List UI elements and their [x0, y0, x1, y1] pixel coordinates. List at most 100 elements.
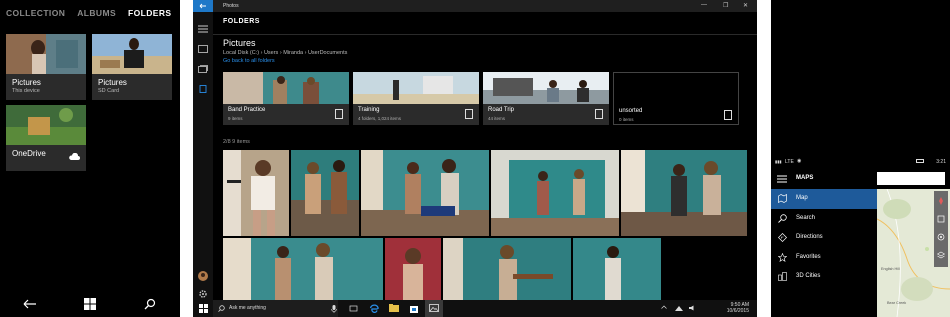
pivot-collection[interactable]: COLLECTION	[6, 8, 65, 18]
folder-meta: 9 items	[228, 116, 243, 121]
photo-thumbnail[interactable]	[573, 238, 661, 300]
back-arrow-icon	[199, 3, 206, 9]
photo-thumbnail[interactable]	[361, 150, 489, 236]
3d-cities-icon	[778, 272, 787, 282]
close-button[interactable]: ✕	[743, 2, 748, 9]
minimize-button[interactable]: —	[701, 2, 707, 8]
tile-title: Pictures	[12, 78, 41, 87]
edge-browser-icon[interactable]	[369, 303, 379, 313]
cortana-search-box[interactable]: Ask me anything	[213, 300, 338, 317]
settings-gear-icon[interactable]	[198, 286, 208, 298]
folder-tile-pictures-sd[interactable]: Pictures SD Card	[92, 34, 172, 100]
clock-date: 10/6/2015	[726, 308, 749, 314]
desktop-photos-window: Photos — ❐ ✕ FOLDERS Pictures Local Disk…	[193, 0, 757, 317]
compass-icon[interactable]	[937, 197, 945, 205]
maps-menu: Map Search Directions Favorites 3D Citie…	[771, 189, 877, 287]
phone-photos-app: COLLECTION ALBUMS FOLDERS Pictures This …	[0, 0, 180, 317]
pivot-folders[interactable]: FOLDERS	[128, 8, 171, 18]
folder-select-icon[interactable]	[595, 109, 603, 119]
folder-select-icon[interactable]	[724, 110, 732, 120]
folder-tile-pictures-device[interactable]: Pictures This device	[6, 34, 86, 100]
folder-name: Band Practice	[228, 107, 266, 113]
maps-search-box[interactable]	[877, 172, 945, 185]
map-icon	[778, 193, 787, 204]
pictures-sd-thumbnail	[92, 34, 172, 74]
back-button[interactable]	[193, 0, 213, 12]
maps-header: MAPS	[771, 168, 950, 188]
folder-tile-unsorted[interactable]: unsorted 0 items	[613, 72, 739, 125]
map-view[interactable]: English Hill Bear Creek	[877, 189, 950, 317]
avatar[interactable]	[198, 268, 208, 281]
item-count: 2/8 9 items	[223, 139, 250, 145]
photos-app-taskbar-button[interactable]	[425, 300, 443, 317]
photo-thumbnail[interactable]	[621, 150, 747, 236]
file-explorer-icon[interactable]	[389, 304, 399, 312]
menu-item-directions[interactable]: Directions	[771, 228, 877, 248]
folder-thumbnail	[223, 72, 349, 104]
window-title: Photos	[223, 3, 239, 9]
task-view-icon[interactable]	[349, 304, 358, 313]
folder-tile-road-trip[interactable]: Road Trip 44 items	[483, 72, 609, 125]
back-icon[interactable]	[20, 294, 40, 314]
system-clock[interactable]: 9:50 AM 10/6/2015	[727, 302, 749, 314]
map-layers-icon[interactable]	[937, 251, 945, 259]
menu-item-map[interactable]: Map	[771, 189, 877, 209]
network-icon[interactable]	[675, 305, 683, 311]
menu-item-search[interactable]: Search	[771, 209, 877, 229]
star-icon	[777, 252, 788, 262]
cloud-icon	[69, 153, 80, 160]
hamburger-icon[interactable]	[198, 20, 208, 33]
3d-view-icon[interactable]	[937, 215, 945, 223]
folder-thumbnail	[483, 72, 609, 104]
folder-tile-onedrive[interactable]: OneDrive	[6, 105, 86, 171]
folder-select-icon[interactable]	[335, 109, 343, 119]
tile-title: Pictures	[98, 78, 127, 87]
search-icon	[218, 305, 225, 312]
collection-icon[interactable]	[198, 40, 208, 53]
photo-thumbnail[interactable]	[223, 238, 383, 300]
tile-title: OneDrive	[12, 149, 46, 158]
folder-name: Road Trip	[488, 107, 515, 113]
folder-tile-training[interactable]: Training 4 folders, 1,024 items	[353, 72, 479, 125]
folder-meta: 0 items	[619, 117, 634, 122]
pivot-albums[interactable]: ALBUMS	[77, 8, 116, 18]
photo-thumbnail[interactable]	[491, 150, 619, 236]
menu-label: Directions	[796, 234, 823, 241]
store-icon[interactable]	[409, 303, 419, 313]
folder-thumbnail	[353, 72, 479, 104]
search-icon[interactable]	[140, 294, 160, 314]
status-time: 3:21	[936, 159, 946, 165]
screenshot-collage: COLLECTION ALBUMS FOLDERS Pictures This …	[0, 0, 950, 317]
volume-icon[interactable]	[689, 305, 697, 311]
menu-item-3d-cities[interactable]: 3D Cities	[771, 267, 877, 287]
search-icon	[778, 213, 787, 223]
wifi-icon: ◉	[797, 158, 802, 164]
microphone-icon[interactable]	[331, 305, 337, 313]
locate-icon[interactable]	[937, 233, 945, 241]
battery-icon	[916, 159, 924, 163]
albums-icon[interactable]	[198, 60, 208, 73]
folders-icon[interactable]	[198, 80, 208, 93]
folder-tile-band-practice[interactable]: Band Practice 9 items	[223, 72, 349, 125]
taskbar: Ask me anything 9:50 AM 10/6/2015	[193, 300, 757, 317]
folder-meta: 4 folders, 1,024 items	[358, 116, 402, 121]
signal-icon: ▮▮▮	[775, 159, 782, 164]
phone-nav-bar	[0, 291, 180, 317]
windows-icon[interactable]	[80, 294, 100, 314]
pivot-header: COLLECTION ALBUMS FOLDERS	[6, 8, 171, 18]
hamburger-icon[interactable]	[777, 175, 787, 183]
menu-item-favorites[interactable]: Favorites	[771, 248, 877, 268]
start-windows-icon[interactable]	[199, 304, 208, 313]
photo-thumbnail[interactable]	[443, 238, 571, 300]
photo-thumbnail[interactable]	[291, 150, 359, 236]
folder-select-icon[interactable]	[465, 109, 473, 119]
maximize-button[interactable]: ❐	[723, 2, 728, 9]
folder-meta: 44 items	[488, 116, 506, 121]
breadcrumb[interactable]: Local Disk (C:) › Users › Miranda › User…	[223, 50, 347, 56]
grid-view-icon[interactable]	[731, 122, 747, 132]
folder-name: Training	[358, 107, 380, 113]
go-back-link[interactable]: Go back to all folders	[223, 58, 275, 64]
chevron-up-icon[interactable]	[661, 305, 667, 309]
photo-thumbnail[interactable]	[385, 238, 441, 300]
photo-thumbnail[interactable]	[223, 150, 289, 236]
